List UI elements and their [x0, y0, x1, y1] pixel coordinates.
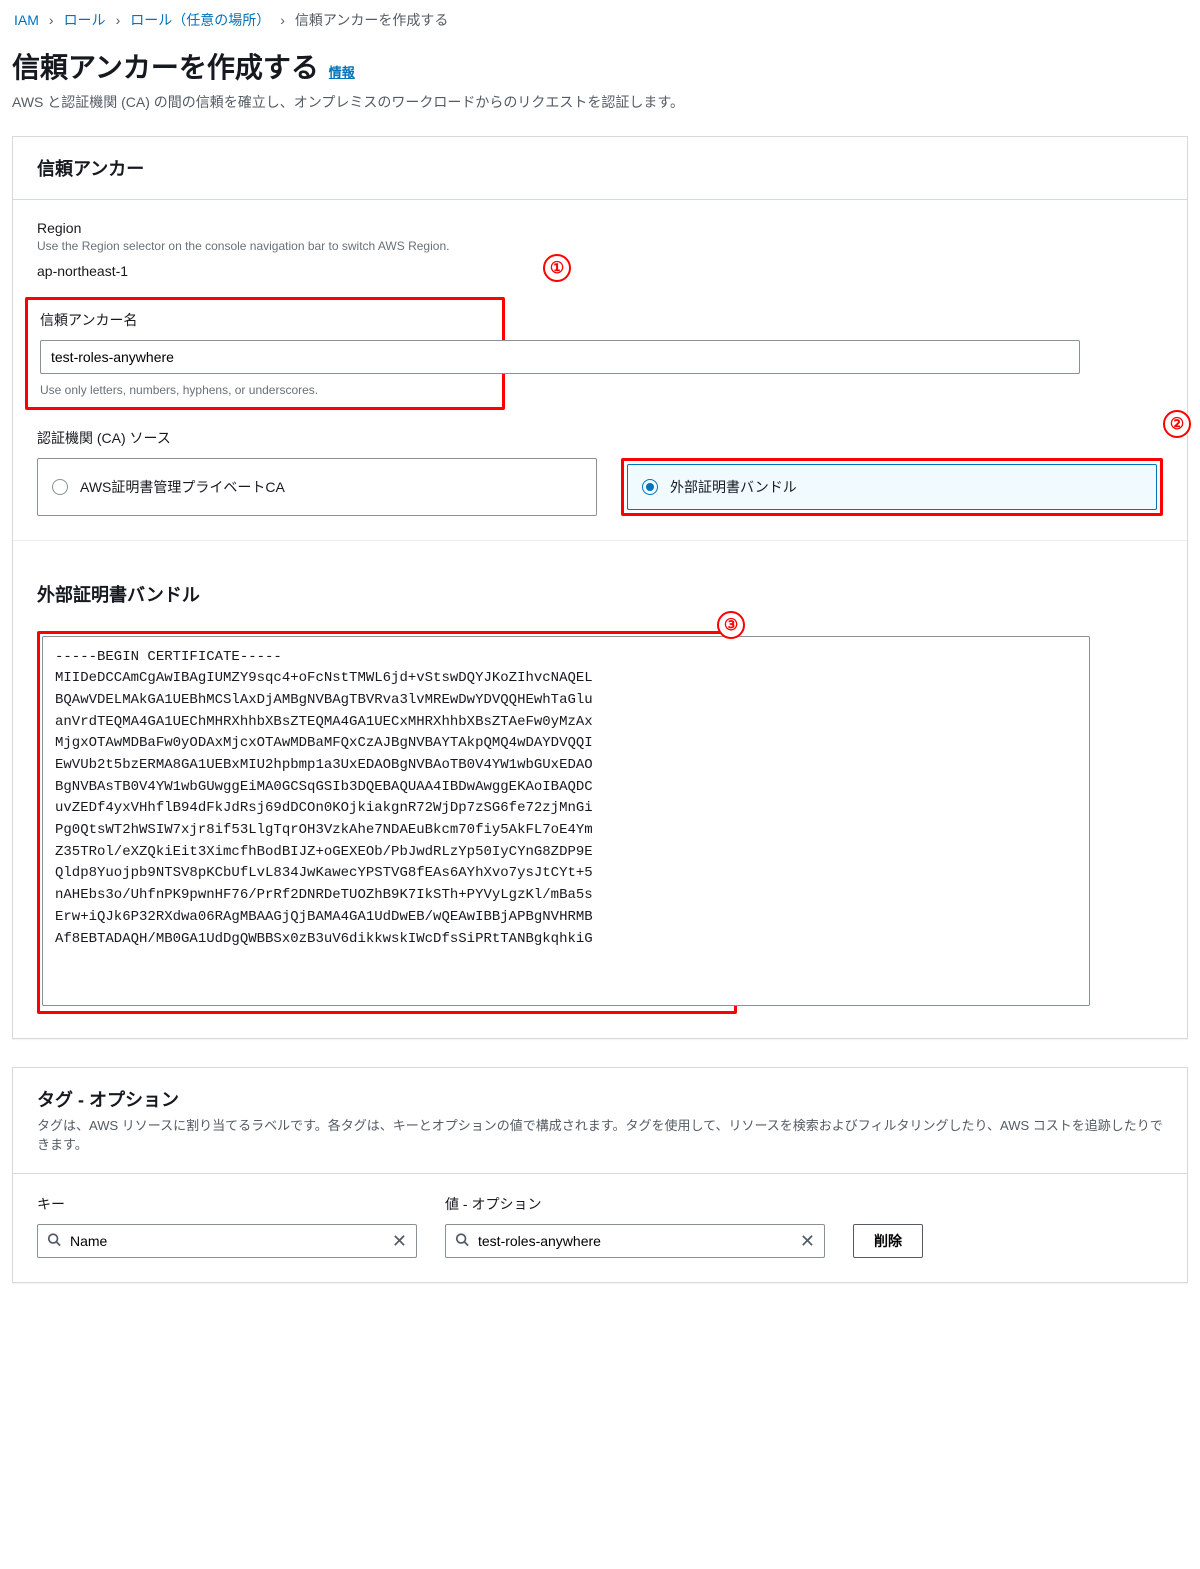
- region-label: Region: [37, 220, 1163, 236]
- ca-source-label: 認証機関 (CA) ソース: [37, 428, 1163, 448]
- clear-icon[interactable]: ✕: [392, 1232, 407, 1250]
- annotation-box-3: [37, 631, 737, 1014]
- clear-icon[interactable]: ✕: [800, 1232, 815, 1250]
- trust-anchor-name-input[interactable]: [40, 340, 1080, 374]
- ca-option-external-label: 外部証明書バンドル: [670, 477, 797, 497]
- info-link[interactable]: 情報: [329, 65, 355, 80]
- tags-panel: タグ - オプション タグは、AWS リソースに割り当てるラベルです。各タグは、…: [12, 1067, 1188, 1283]
- region-hint: Use the Region selector on the console n…: [37, 238, 1163, 255]
- annotation-3: ③: [717, 611, 745, 639]
- tags-panel-header: タグ - オプション タグは、AWS リソースに割り当てるラベルです。各タグは、…: [13, 1068, 1187, 1174]
- breadcrumb-roles-anywhere[interactable]: ロール（任意の場所）: [130, 10, 270, 30]
- radio-icon: [52, 479, 68, 495]
- chevron-right-icon: ›: [116, 12, 121, 28]
- page-description: AWS と認証機関 (CA) の間の信頼を確立し、オンプレミスのワークロードから…: [12, 92, 1188, 112]
- trust-anchor-panel-title: 信頼アンカー: [37, 155, 1163, 181]
- annotation-1: ①: [543, 254, 571, 282]
- tags-panel-description: タグは、AWS リソースに割り当てるラベルです。各タグは、キーとオプションの値で…: [37, 1116, 1163, 1155]
- tag-key-label: キー: [37, 1194, 417, 1214]
- tag-value-label: 値 - オプション: [445, 1194, 825, 1214]
- breadcrumb-current: 信頼アンカーを作成する: [295, 10, 448, 30]
- chevron-right-icon: ›: [280, 12, 285, 28]
- trust-anchor-name-hint: Use only letters, numbers, hyphens, or u…: [40, 382, 490, 399]
- annotation-box-2: 外部証明書バンドル: [621, 458, 1163, 516]
- annotation-2: ②: [1163, 410, 1191, 438]
- remove-tag-button[interactable]: 削除: [853, 1224, 923, 1258]
- trust-anchor-name-label: 信頼アンカー名: [40, 310, 490, 330]
- external-bundle-title: 外部証明書バンドル: [37, 581, 1163, 607]
- trust-anchor-panel: 信頼アンカー Region Use the Region selector on…: [12, 136, 1188, 1039]
- tag-value-input[interactable]: [445, 1224, 825, 1258]
- tags-panel-title: タグ - オプション: [37, 1086, 1163, 1112]
- breadcrumb: IAM › ロール › ロール（任意の場所） › 信頼アンカーを作成する: [12, 0, 1188, 46]
- tag-key-input[interactable]: [37, 1224, 417, 1258]
- certificate-textarea[interactable]: [42, 636, 1090, 1006]
- breadcrumb-roles[interactable]: ロール: [64, 10, 106, 30]
- breadcrumb-iam[interactable]: IAM: [14, 12, 39, 28]
- region-value: ap-northeast-1: [37, 263, 1163, 279]
- page-title: 信頼アンカーを作成する: [12, 46, 319, 86]
- trust-anchor-panel-header: 信頼アンカー: [13, 137, 1187, 200]
- ca-option-external[interactable]: 外部証明書バンドル: [627, 464, 1157, 510]
- ca-option-acm-pca-label: AWS証明書管理プライベートCA: [80, 477, 285, 497]
- ca-option-acm-pca[interactable]: AWS証明書管理プライベートCA: [37, 458, 597, 516]
- chevron-right-icon: ›: [49, 12, 54, 28]
- radio-icon: [642, 479, 658, 495]
- page-header: 信頼アンカーを作成する 情報 AWS と認証機関 (CA) の間の信頼を確立し、…: [12, 46, 1188, 112]
- annotation-box-1: 信頼アンカー名 Use only letters, numbers, hyphe…: [25, 297, 505, 410]
